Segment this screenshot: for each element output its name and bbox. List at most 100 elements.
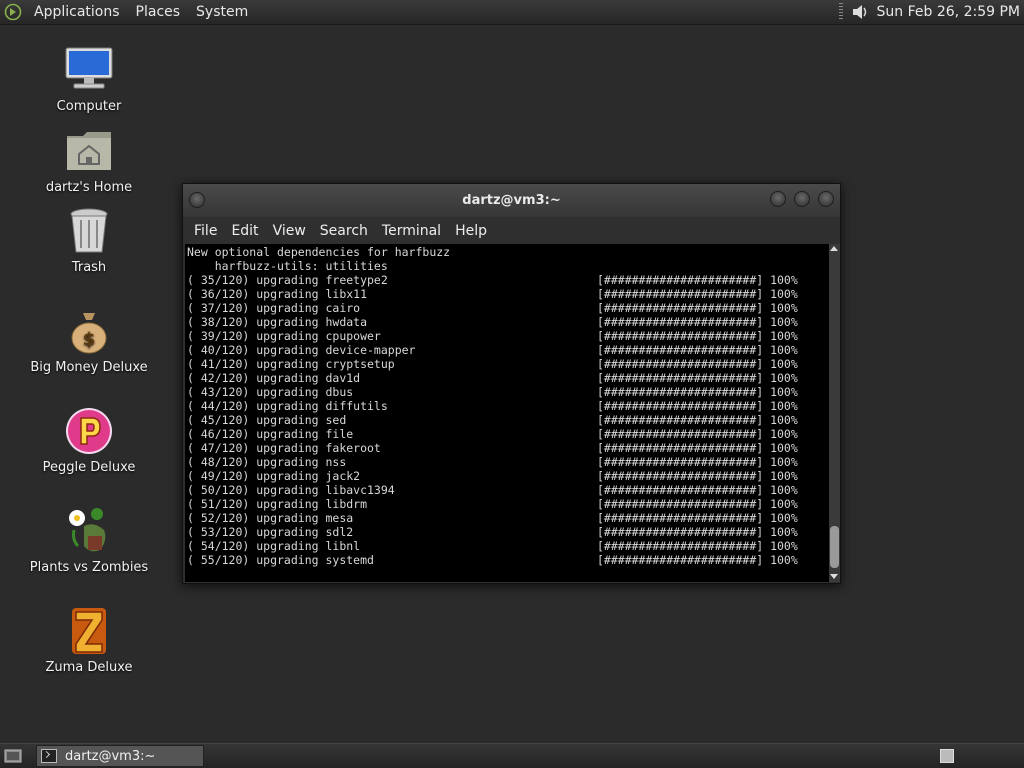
terminal-line: ( 37/120) upgrading cairo [##############… [187,301,829,315]
menu-help[interactable]: Help [448,223,494,239]
progress-bar-text: [######################] 100% [597,343,798,357]
clock[interactable]: Sun Feb 26, 2:59 PM [871,4,1024,20]
show-desktop-icon[interactable] [2,746,24,766]
terminal-line: ( 38/120) upgrading hwdata [#############… [187,315,829,329]
desktop-icon-zuma[interactable]: Zuma Deluxe [29,605,149,675]
progress-bar-text: [######################] 100% [597,329,798,343]
terminal-scrollbar[interactable] [829,244,840,582]
upgrade-status: ( 38/120) upgrading hwdata [187,315,368,329]
scrollbar-thumb[interactable] [830,526,839,568]
desktop-icon-label: Big Money Deluxe [30,360,148,375]
taskbar-button-label: dartz@vm3:~ [65,748,156,764]
progress-bar-text: [######################] 100% [597,301,798,315]
desktop-icon-label: dartz's Home [45,180,133,195]
desktop-icon-peggle[interactable]: Peggle Deluxe [29,405,149,475]
terminal-line: ( 50/120) upgrading libavc1394 [#########… [187,483,829,497]
maximize-button[interactable] [794,191,810,207]
progress-bar-text: [######################] 100% [597,539,798,553]
desktop-icon-label: Plants vs Zombies [29,560,149,575]
terminal-line: ( 48/120) upgrading nss [################… [187,455,829,469]
upgrade-status: ( 42/120) upgrading dav1d [187,371,361,385]
places-menu[interactable]: Places [128,0,189,24]
progress-bar-text: [######################] 100% [597,357,798,371]
terminal-line: harfbuzz-utils: utilities [187,259,388,273]
system-menu[interactable]: System [188,0,256,24]
window-menu-button[interactable] [189,192,205,208]
window-titlebar[interactable]: dartz@vm3:~ [183,184,840,217]
progress-bar-text: [######################] 100% [597,427,798,441]
terminal-line: ( 42/120) upgrading dav1d [##############… [187,371,829,385]
terminal-line: ( 44/120) upgrading diffutils [##########… [187,399,829,413]
menu-search[interactable]: Search [313,223,375,239]
terminal-line: ( 36/120) upgrading libx11 [#############… [187,287,829,301]
progress-bar-text: [######################] 100% [597,511,798,525]
plants-zombies-icon [63,505,115,557]
svg-text:$: $ [83,329,96,350]
terminal-menubar: File Edit View Search Terminal Help [183,217,840,244]
menu-view[interactable]: View [266,223,313,239]
applications-menu[interactable]: Applications [26,0,128,24]
terminal-line: ( 49/120) upgrading jack2 [##############… [187,469,829,483]
upgrade-status: ( 47/120) upgrading fakeroot [187,441,381,455]
progress-bar-text: [######################] 100% [597,399,798,413]
volume-icon[interactable] [849,1,871,23]
terminal-line: ( 39/120) upgrading cpupower [###########… [187,329,829,343]
terminal-line: New optional dependencies for harfbuzz [187,245,451,259]
desktop-icon-plants-zombies[interactable]: Plants vs Zombies [29,505,149,575]
terminal-line: ( 47/120) upgrading fakeroot [###########… [187,441,829,455]
terminal-window[interactable]: dartz@vm3:~ File Edit View Search Termin… [182,183,841,584]
mate-logo-icon[interactable] [0,0,26,25]
progress-bar-text: [######################] 100% [597,469,798,483]
upgrade-status: ( 50/120) upgrading libavc1394 [187,483,395,497]
terminal-line: ( 52/120) upgrading mesa [###############… [187,511,829,525]
menu-terminal[interactable]: Terminal [375,223,448,239]
progress-bar-text: [######################] 100% [597,483,798,497]
peggle-icon [63,405,115,457]
workspace-switcher[interactable] [940,749,954,763]
close-button[interactable] [818,191,834,207]
upgrade-status: ( 54/120) upgrading libnl [187,539,361,553]
panel-grip-icon[interactable] [838,3,843,21]
terminal-icon [41,749,57,763]
upgrade-status: ( 37/120) upgrading cairo [187,301,361,315]
desktop-icon-big-money[interactable]: $ Big Money Deluxe [29,305,149,375]
upgrade-status: ( 44/120) upgrading diffutils [187,399,388,413]
menu-file[interactable]: File [187,223,224,239]
scroll-up-icon[interactable] [830,246,838,251]
progress-bar-text: [######################] 100% [597,273,798,287]
terminal-line: ( 45/120) upgrading sed [################… [187,413,829,427]
upgrade-status: ( 53/120) upgrading sdl2 [187,525,354,539]
upgrade-status: ( 49/120) upgrading jack2 [187,469,361,483]
scroll-down-icon[interactable] [830,574,838,579]
taskbar-terminal-button[interactable]: dartz@vm3:~ [36,745,204,767]
progress-bar-text: [######################] 100% [597,385,798,399]
terminal-line: ( 55/120) upgrading systemd [############… [187,553,829,567]
computer-icon [63,44,115,96]
upgrade-status: ( 41/120) upgrading cryptsetup [187,357,395,371]
window-title: dartz@vm3:~ [462,193,561,208]
upgrade-status: ( 55/120) upgrading systemd [187,553,374,567]
terminal-line: ( 35/120) upgrading freetype2 [##########… [187,273,829,287]
terminal-line: ( 43/120) upgrading dbus [###############… [187,385,829,399]
progress-bar-text: [######################] 100% [597,441,798,455]
desktop-icon-home[interactable]: dartz's Home [29,125,149,195]
terminal-line: ( 53/120) upgrading sdl2 [###############… [187,525,829,539]
upgrade-status: ( 40/120) upgrading device-mapper [187,343,416,357]
desktop-icon-computer[interactable]: Computer [29,44,149,114]
terminal-output[interactable]: New optional dependencies for harfbuzz h… [185,244,829,582]
trash-icon [63,205,115,257]
menu-edit[interactable]: Edit [224,223,265,239]
upgrade-status: ( 39/120) upgrading cpupower [187,329,381,343]
minimize-button[interactable] [770,191,786,207]
desktop-icon-trash[interactable]: Trash [29,205,149,275]
progress-bar-text: [######################] 100% [597,455,798,469]
desktop-icon-label: Peggle Deluxe [42,460,136,475]
top-panel: Applications Places System Sun Feb 26, 2… [0,0,1024,25]
upgrade-status: ( 48/120) upgrading nss [187,455,347,469]
progress-bar-text: [######################] 100% [597,287,798,301]
progress-bar-text: [######################] 100% [597,371,798,385]
terminal-line: ( 40/120) upgrading device-mapper [######… [187,343,829,357]
upgrade-status: ( 46/120) upgrading file [187,427,354,441]
upgrade-status: ( 51/120) upgrading libdrm [187,497,368,511]
progress-bar-text: [######################] 100% [597,497,798,511]
